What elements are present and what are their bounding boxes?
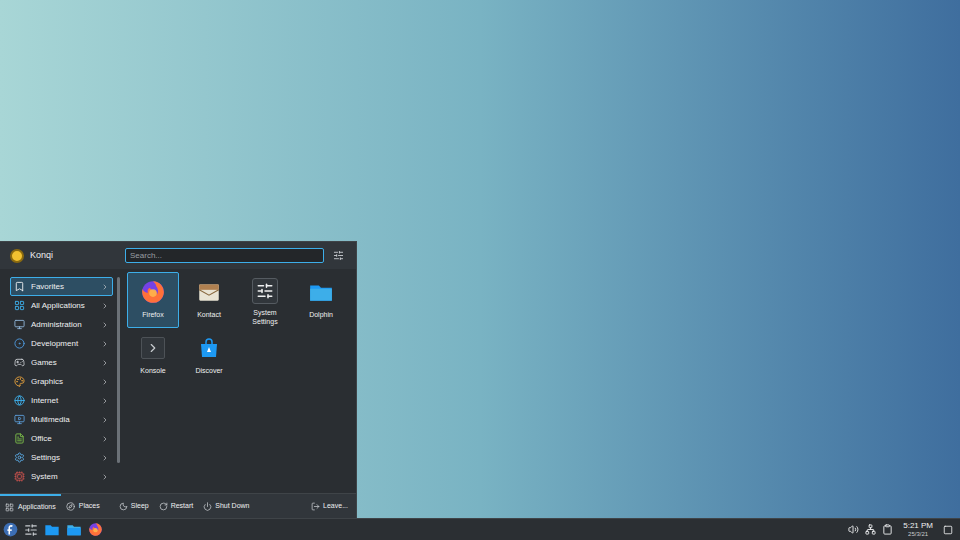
firefox-task[interactable] — [88, 522, 103, 537]
show-desktop-icon[interactable] — [943, 525, 953, 535]
clock[interactable]: 5:21 PM25/3/21 — [899, 521, 937, 539]
footer-tab[interactable]: Places — [61, 494, 105, 518]
app-grid: FirefoxKontactSystem SettingsDolphin Kons… — [120, 269, 351, 493]
category-item[interactable]: All Applications — [10, 296, 113, 315]
user-avatar-icon — [10, 249, 24, 263]
configure-icon — [333, 250, 344, 261]
category-item[interactable]: Settings — [10, 448, 113, 467]
category-icon — [14, 357, 25, 368]
file-manager-icon[interactable] — [44, 522, 60, 538]
dolphin-icon[interactable] — [66, 522, 82, 538]
category-item[interactable]: Internet — [10, 391, 113, 410]
category-item[interactable]: Development — [10, 334, 113, 353]
app-tile[interactable]: Kontact — [183, 272, 235, 328]
chevron-icon — [101, 473, 109, 481]
application-launcher: Konqi FavoritesAll ApplicationsAdministra… — [0, 241, 357, 518]
app-tile[interactable]: Dolphin — [295, 272, 347, 328]
launcher-header: Konqi — [0, 242, 356, 269]
category-icon — [14, 395, 25, 406]
footer-tab[interactable]: Applications — [0, 494, 61, 518]
category-sidebar: FavoritesAll ApplicationsAdministrationD… — [0, 269, 120, 493]
leave-button[interactable]: Leave... — [311, 501, 348, 512]
search-field[interactable] — [125, 248, 324, 263]
chevron-icon — [101, 435, 109, 443]
power-action-icon — [119, 502, 128, 511]
category-icon — [14, 281, 25, 292]
category-icon — [14, 319, 25, 330]
category-item[interactable]: Favorites — [10, 277, 113, 296]
power-action-icon — [159, 502, 168, 511]
launcher-footer: ApplicationsPlaces Sleep Restart Shut Down L… — [0, 493, 356, 518]
dolphin-icon — [308, 279, 334, 305]
system-settings-icon[interactable] — [24, 523, 38, 537]
chevron-icon — [101, 454, 109, 462]
volume-icon[interactable] — [848, 524, 859, 535]
category-icon — [14, 414, 25, 425]
chevron-icon — [101, 321, 109, 329]
chevron-icon — [101, 359, 109, 367]
category-icon — [14, 376, 25, 387]
chevron-icon — [101, 397, 109, 405]
category-icon — [14, 300, 25, 311]
fedora-logo-icon[interactable] — [3, 522, 18, 537]
chevron-icon — [101, 340, 109, 348]
chevron-icon — [101, 283, 109, 291]
leave-icon — [311, 502, 320, 511]
chevron-icon — [101, 378, 109, 386]
scrollbar[interactable] — [117, 277, 120, 463]
category-item[interactable]: Games — [10, 353, 113, 372]
category-item[interactable]: Administration — [10, 315, 113, 334]
power-action[interactable]: Sleep — [119, 501, 149, 512]
places-icon — [66, 502, 75, 511]
power-action[interactable]: Restart — [159, 501, 194, 512]
discover-icon — [197, 336, 221, 360]
firefox-icon — [140, 279, 166, 305]
category-item[interactable]: Graphics — [10, 372, 113, 391]
configure-button[interactable] — [328, 250, 348, 261]
category-icon — [14, 452, 25, 463]
konsole-icon — [141, 337, 165, 359]
category-icon — [14, 338, 25, 349]
category-icon — [14, 471, 25, 482]
network-icon[interactable] — [865, 524, 876, 535]
power-action-icon — [203, 502, 212, 511]
clipboard-icon[interactable] — [882, 524, 893, 535]
system-settings-icon — [252, 278, 278, 304]
chevron-icon — [101, 302, 109, 310]
power-action[interactable]: Shut Down — [203, 501, 249, 512]
app-tile[interactable]: Firefox — [127, 272, 179, 328]
wallpaper: Konqi FavoritesAll ApplicationsAdministra… — [0, 0, 960, 518]
user-name: Konqi — [30, 249, 53, 263]
app-tile[interactable]: System Settings — [239, 272, 291, 328]
chevron-icon — [101, 416, 109, 424]
app-tile[interactable]: Discover — [183, 328, 235, 384]
applications-icon — [5, 503, 14, 512]
app-tile[interactable]: Konsole — [127, 328, 179, 384]
taskbar: 5:21 PM25/3/21 — [0, 518, 960, 540]
kontact-icon — [196, 279, 222, 305]
category-item[interactable]: Multimedia — [10, 410, 113, 429]
category-item[interactable]: Office — [10, 429, 113, 448]
desktop: Konqi FavoritesAll ApplicationsAdministra… — [0, 0, 960, 540]
firefox-icon — [88, 522, 103, 537]
category-icon — [14, 433, 25, 444]
category-item[interactable]: System — [10, 467, 113, 486]
